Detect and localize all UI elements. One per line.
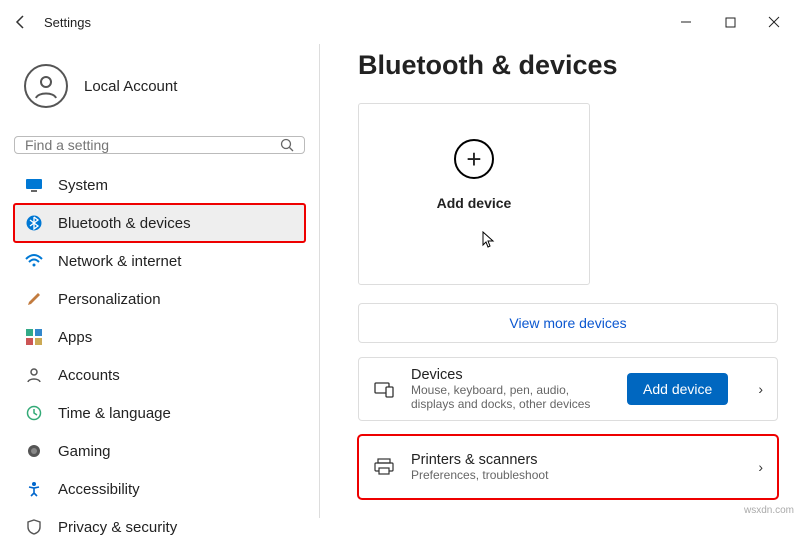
maximize-icon bbox=[725, 17, 736, 28]
printers-title: Printers & scanners bbox=[411, 452, 742, 468]
nav-accessibility[interactable]: Accessibility bbox=[14, 470, 305, 508]
nav-gaming[interactable]: Gaming bbox=[14, 432, 305, 470]
printers-text: Printers & scanners Preferences, trouble… bbox=[411, 452, 742, 482]
back-button[interactable] bbox=[4, 5, 38, 39]
devices-title: Devices bbox=[411, 367, 611, 383]
nav-personalization[interactable]: Personalization bbox=[14, 280, 305, 318]
devices-icon bbox=[373, 380, 395, 398]
close-icon bbox=[768, 16, 780, 28]
nav-label: Apps bbox=[58, 329, 92, 346]
sidebar: Local Account System Bluetooth & devices… bbox=[0, 44, 320, 518]
apps-icon bbox=[24, 327, 44, 347]
search-icon bbox=[280, 138, 294, 152]
devices-row[interactable]: Devices Mouse, keyboard, pen, audio, dis… bbox=[358, 357, 778, 421]
nav-bluetooth-devices[interactable]: Bluetooth & devices bbox=[14, 204, 305, 242]
nav-label: Gaming bbox=[58, 443, 111, 460]
search-box[interactable] bbox=[14, 136, 305, 154]
nav-label: Bluetooth & devices bbox=[58, 215, 191, 232]
nav-accounts[interactable]: Accounts bbox=[14, 356, 305, 394]
brush-icon bbox=[24, 289, 44, 309]
nav-label: Network & internet bbox=[58, 253, 181, 270]
devices-subtitle: Mouse, keyboard, pen, audio, displays an… bbox=[411, 383, 611, 411]
accessibility-icon bbox=[24, 479, 44, 499]
system-icon bbox=[24, 175, 44, 195]
bluetooth-icon bbox=[24, 213, 44, 233]
gaming-icon bbox=[24, 441, 44, 461]
page-title: Bluetooth & devices bbox=[358, 50, 778, 81]
nav-label: Time & language bbox=[58, 405, 171, 422]
printers-scanners-row[interactable]: Printers & scanners Preferences, trouble… bbox=[358, 435, 778, 499]
search-input[interactable] bbox=[25, 137, 280, 153]
view-more-devices-button[interactable]: View more devices bbox=[358, 303, 778, 343]
content-pane: Bluetooth & devices + Add device View mo… bbox=[320, 44, 800, 518]
maximize-button[interactable] bbox=[708, 5, 752, 39]
person-icon bbox=[32, 72, 60, 100]
minimize-button[interactable] bbox=[664, 5, 708, 39]
nav-label: System bbox=[58, 177, 108, 194]
plus-icon: + bbox=[454, 139, 494, 179]
cursor-icon bbox=[482, 231, 496, 249]
chevron-right-icon: › bbox=[758, 459, 763, 475]
chevron-right-icon: › bbox=[758, 381, 763, 397]
devices-text: Devices Mouse, keyboard, pen, audio, dis… bbox=[411, 367, 611, 411]
watermark: wsxdn.com bbox=[744, 505, 794, 516]
printers-subtitle: Preferences, troubleshoot bbox=[411, 468, 742, 482]
nav-label: Accessibility bbox=[58, 481, 140, 498]
avatar bbox=[24, 64, 68, 108]
nav-privacy[interactable]: Privacy & security bbox=[14, 508, 305, 546]
close-button[interactable] bbox=[752, 5, 796, 39]
add-device-button[interactable]: Add device bbox=[627, 373, 728, 405]
nav-network[interactable]: Network & internet bbox=[14, 242, 305, 280]
add-device-card[interactable]: + Add device bbox=[358, 103, 590, 285]
arrow-left-icon bbox=[13, 14, 29, 30]
shield-icon bbox=[24, 517, 44, 537]
nav-apps[interactable]: Apps bbox=[14, 318, 305, 356]
minimize-icon bbox=[680, 16, 692, 28]
account-header[interactable]: Local Account bbox=[14, 44, 305, 136]
titlebar: Settings bbox=[0, 0, 800, 44]
nav-label: Accounts bbox=[58, 367, 120, 384]
nav-time-language[interactable]: Time & language bbox=[14, 394, 305, 432]
nav-system[interactable]: System bbox=[14, 166, 305, 204]
nav-label: Personalization bbox=[58, 291, 161, 308]
nav-list: System Bluetooth & devices Network & int… bbox=[14, 166, 305, 546]
account-name: Local Account bbox=[84, 78, 177, 95]
printer-icon bbox=[373, 458, 395, 476]
clock-icon bbox=[24, 403, 44, 423]
window-title: Settings bbox=[44, 15, 91, 30]
wifi-icon bbox=[24, 251, 44, 271]
window-controls bbox=[664, 5, 796, 39]
add-device-label: Add device bbox=[437, 195, 512, 211]
nav-label: Privacy & security bbox=[58, 519, 177, 536]
accounts-icon bbox=[24, 365, 44, 385]
